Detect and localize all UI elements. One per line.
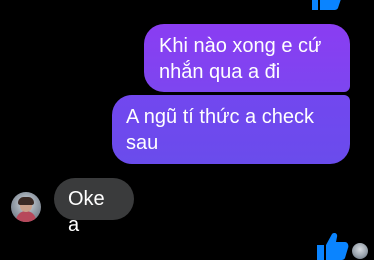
message-thread: Khi nào xong e cứ nhắn qua a đi A ngũ tí… <box>0 0 374 260</box>
incoming-message[interactable]: Oke a <box>54 178 134 236</box>
contact-avatar[interactable] <box>11 192 41 222</box>
thumbs-up-icon[interactable] <box>310 0 342 10</box>
avatar-hair <box>18 197 34 205</box>
avatar-body <box>16 211 36 222</box>
outgoing-message[interactable]: A ngũ tí thức a check sau <box>112 95 350 164</box>
thumbs-up-icon[interactable] <box>315 232 349 260</box>
outgoing-message[interactable]: Khi nào xong e cứ nhắn qua a đi <box>144 24 350 92</box>
